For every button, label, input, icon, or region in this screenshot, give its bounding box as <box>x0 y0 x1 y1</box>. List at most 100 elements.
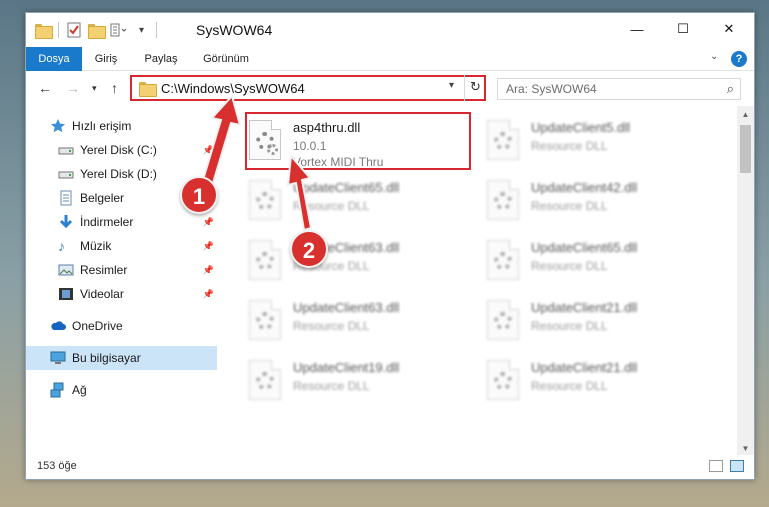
documents-icon <box>58 190 74 206</box>
ribbon-tabs: Dosya Giriş Paylaş Görünüm ⌄ ? <box>26 47 754 71</box>
file-item[interactable]: UpdateClient42.dll Resource DLL <box>483 172 709 232</box>
back-arrow-icon[interactable]: ← <box>38 80 52 96</box>
sidebar-item-label: Hızlı erişim <box>72 119 132 133</box>
tab-share[interactable]: Paylaş <box>136 47 186 71</box>
maximize-button[interactable]: ☐ <box>660 13 706 45</box>
file-name: UpdateClient65.dll <box>531 240 638 255</box>
folder-icon <box>139 82 157 97</box>
highlight-box <box>245 112 471 170</box>
file-type: Resource DLL <box>531 139 608 153</box>
details-view-icon[interactable] <box>709 460 723 472</box>
sidebar-item-label: İndirmeler <box>80 215 134 229</box>
dll-file-icon <box>249 360 281 400</box>
file-item[interactable]: UpdateClient65.dll Resource DLL <box>245 172 471 232</box>
window-title: SysWOW64 <box>196 22 273 38</box>
file-item[interactable]: UpdateClient65.dll Resource DLL <box>483 232 709 292</box>
pin-icon[interactable]: 📌 <box>203 241 214 252</box>
cloud-icon <box>50 318 66 334</box>
divider <box>58 22 59 38</box>
sidebar-item-local-disk-c[interactable]: Yerel Disk (C:) 📌 <box>26 138 217 162</box>
drive-icon <box>58 166 74 182</box>
search-input[interactable]: Ara: SysWOW64 ⌕ <box>497 78 741 100</box>
sidebar-item-label: Resimler <box>80 263 128 277</box>
pin-icon[interactable]: 📌 <box>203 217 214 228</box>
minimize-button[interactable]: — <box>614 13 660 45</box>
file-item[interactable]: UpdateClient63.dll Resource DLL <box>245 292 471 352</box>
file-item[interactable]: UpdateClient19.dll Resource DLL <box>245 352 471 412</box>
up-arrow-icon[interactable]: ↑ <box>111 80 118 96</box>
file-type: Resource DLL <box>531 319 608 333</box>
computer-icon <box>50 350 66 366</box>
address-path: C:\Windows\SysWOW64 <box>161 81 305 96</box>
file-type: Resource DLL <box>293 199 370 213</box>
tiles-view-icon[interactable] <box>730 460 744 472</box>
file-type: Resource DLL <box>531 259 608 273</box>
sidebar-item-quick-access[interactable]: Hızlı erişim <box>26 114 217 138</box>
sidebar-item-onedrive[interactable]: OneDrive <box>26 314 217 338</box>
file-name: UpdateClient63.dll <box>293 300 400 315</box>
sidebar-item-label: Bu bilgisayar <box>72 351 141 365</box>
video-icon <box>58 286 74 302</box>
dll-file-icon <box>487 360 519 400</box>
scroll-up-icon[interactable]: ▲ <box>737 106 754 123</box>
sidebar-item-label: Belgeler <box>80 191 125 205</box>
recent-locations-icon[interactable]: ▾ <box>92 83 97 94</box>
sidebar-item-label: Videolar <box>80 287 124 301</box>
tab-file[interactable]: Dosya <box>26 47 82 71</box>
download-icon <box>58 214 74 230</box>
navigation-pane: Hızlı erişim Yerel Disk (C:) 📌 Yerel Dis… <box>26 106 217 457</box>
file-name: UpdateClient21.dll <box>531 300 638 315</box>
sidebar-item-network[interactable]: Ağ <box>26 378 217 402</box>
file-item[interactable]: UpdateClient21.dll Resource DLL <box>483 292 709 352</box>
new-folder-icon[interactable] <box>88 21 106 39</box>
file-name: UpdateClient19.dll <box>293 360 400 375</box>
customize-toolbar-icon[interactable] <box>110 21 128 39</box>
file-type: Resource DLL <box>531 199 608 213</box>
quick-access-dropdown-icon[interactable]: ▾ <box>139 21 144 39</box>
refresh-icon[interactable]: ↻ <box>464 75 486 101</box>
file-item[interactable]: UpdateClient63.dll Resource DLL <box>245 232 471 292</box>
tab-view[interactable]: Görünüm <box>196 47 256 71</box>
dll-file-icon <box>487 180 519 220</box>
file-item[interactable]: UpdateClient21.dll Resource DLL <box>483 352 709 412</box>
sidebar-item-music[interactable]: ♪ Müzik 📌 <box>26 234 217 258</box>
status-bar: 153 öğe <box>26 455 754 479</box>
forward-arrow-icon[interactable]: → <box>66 80 80 96</box>
navigation-bar: ← → ▾ ↑ C:\Windows\SysWOW64 ▾ ↻ Ara: Sys… <box>26 72 754 106</box>
file-name: UpdateClient42.dll <box>531 180 638 195</box>
sidebar-item-pictures[interactable]: Resimler 📌 <box>26 258 217 282</box>
sidebar-item-this-pc[interactable]: Bu bilgisayar <box>26 346 217 370</box>
file-item[interactable]: UpdateClient5.dll Resource DLL <box>483 112 709 172</box>
search-placeholder: Ara: SysWOW64 <box>506 82 597 96</box>
dll-file-icon <box>249 240 281 280</box>
music-icon: ♪ <box>58 238 65 254</box>
dll-file-icon <box>249 180 281 220</box>
pictures-icon <box>58 262 74 278</box>
pin-icon[interactable]: 📌 <box>203 265 214 276</box>
address-dropdown-icon[interactable]: ▾ <box>449 80 454 91</box>
dll-file-icon <box>249 300 281 340</box>
help-button[interactable]: ? <box>731 51 747 67</box>
file-name: UpdateClient5.dll <box>531 120 631 135</box>
file-name: UpdateClient21.dll <box>531 360 638 375</box>
step-badge-1: 1 <box>180 176 218 214</box>
sidebar-item-downloads[interactable]: İndirmeler 📌 <box>26 210 217 234</box>
divider <box>156 22 157 38</box>
file-type: Resource DLL <box>531 379 608 393</box>
drive-icon <box>58 142 74 158</box>
vertical-scrollbar[interactable]: ▲ ▼ <box>737 106 754 457</box>
properties-icon[interactable] <box>67 21 81 39</box>
sidebar-item-label: Yerel Disk (D:) <box>80 167 157 181</box>
sidebar-item-videos[interactable]: Videolar 📌 <box>26 282 217 306</box>
sidebar-item-label: Ağ <box>72 383 87 397</box>
dll-file-icon <box>487 300 519 340</box>
folder-icon <box>35 21 53 39</box>
sidebar-item-label: Yerel Disk (C:) <box>80 143 157 157</box>
ribbon-expand-icon[interactable]: ⌄ <box>710 51 718 62</box>
scrollbar-thumb[interactable] <box>740 125 751 173</box>
pin-icon[interactable]: 📌 <box>203 289 214 300</box>
tab-home[interactable]: Giriş <box>86 47 126 71</box>
pin-icon[interactable]: 📌 <box>203 145 214 156</box>
close-button[interactable]: ✕ <box>706 13 752 45</box>
address-bar[interactable]: C:\Windows\SysWOW64 ▾ <box>130 75 486 101</box>
